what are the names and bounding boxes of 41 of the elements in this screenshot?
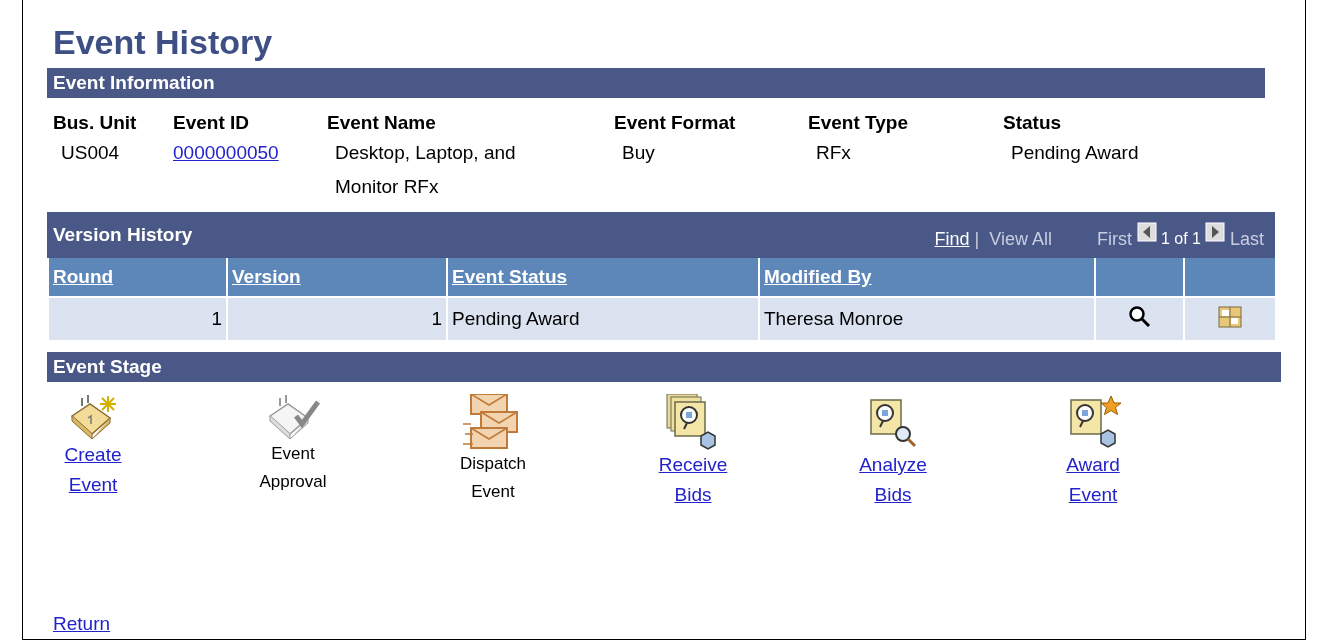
return-link[interactable]: Return bbox=[53, 613, 111, 635]
field-label: Event ID bbox=[173, 112, 251, 134]
table-cell: Pending Award bbox=[447, 297, 759, 341]
field-label: Status bbox=[1003, 112, 1063, 134]
calendar-check-icon bbox=[266, 394, 320, 440]
event-id-link[interactable]: 0000000050 bbox=[173, 136, 279, 204]
table-cell: 1 bbox=[227, 297, 447, 341]
sort-link[interactable]: Version bbox=[232, 266, 301, 287]
field-label: Bus. Unit bbox=[53, 112, 138, 134]
grid-view-button[interactable] bbox=[1218, 305, 1242, 328]
first-text: First bbox=[1096, 228, 1132, 250]
stage-link[interactable]: Analyze Bids bbox=[849, 450, 937, 510]
stage-label: Event Approval bbox=[258, 443, 328, 493]
sort-link[interactable]: Round bbox=[53, 266, 114, 287]
last-text: Last bbox=[1229, 228, 1264, 250]
find-link[interactable]: Find bbox=[934, 228, 970, 250]
stage-link[interactable]: Award Event bbox=[1049, 450, 1137, 510]
section-header: Event Information bbox=[47, 68, 1265, 98]
stage-link[interactable]: Receive Bids bbox=[649, 450, 737, 510]
field-label: Event Type bbox=[808, 112, 909, 134]
field-label: Event Format bbox=[614, 112, 737, 134]
table-cell: Theresa Monroe bbox=[759, 297, 1095, 341]
field-value: Buy bbox=[621, 141, 655, 165]
table-cell: 1 bbox=[48, 297, 227, 341]
page-title: Event History bbox=[53, 22, 274, 62]
separator: | bbox=[974, 228, 980, 250]
field-label: Event Name bbox=[327, 112, 437, 134]
section-header: Event Stage bbox=[47, 352, 1281, 382]
sort-link[interactable]: Event Status bbox=[452, 266, 568, 287]
field-value: US004 bbox=[60, 141, 120, 165]
stage-link[interactable]: Create Event bbox=[49, 440, 137, 500]
field-value: Desktop, Laptop, and Monitor RFx bbox=[334, 141, 517, 199]
view-all-text: View All bbox=[989, 228, 1052, 250]
page-count: 1 of 1 bbox=[1160, 230, 1201, 248]
calendar-star-icon bbox=[68, 394, 118, 440]
section-title: Version History bbox=[53, 224, 193, 246]
search-button[interactable] bbox=[1127, 304, 1152, 329]
stage-label: Dispatch Event bbox=[458, 453, 528, 503]
field-value: RFx bbox=[815, 141, 851, 165]
sort-link[interactable]: Modified By bbox=[764, 266, 872, 287]
field-value: Pending Award bbox=[1010, 141, 1139, 165]
